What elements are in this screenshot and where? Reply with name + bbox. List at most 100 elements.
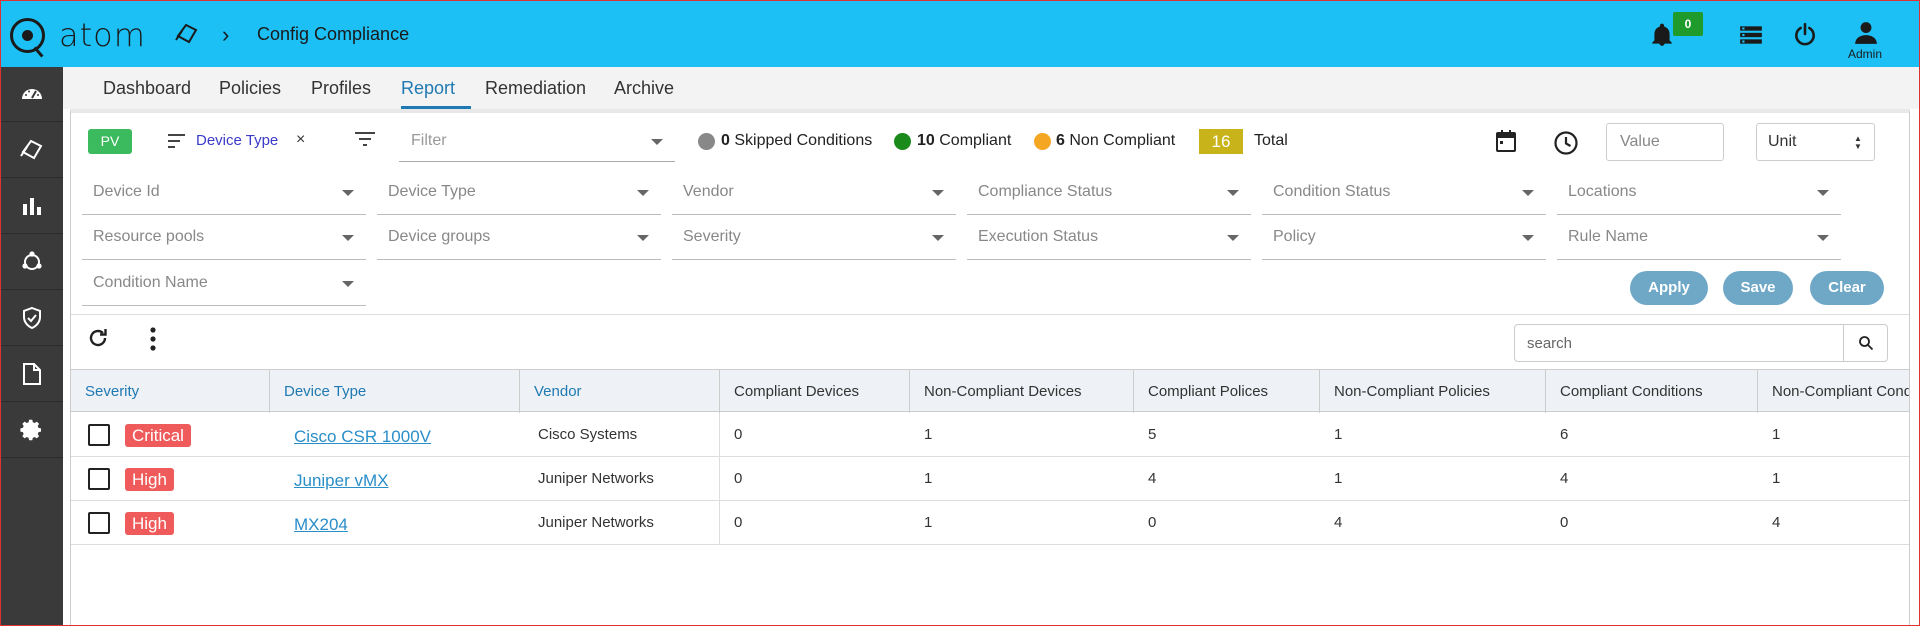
sidebar-item-dashboard[interactable] [0,67,63,122]
device-type-link[interactable]: Juniper vMX [294,457,388,505]
dropdown-label: Device groups [388,228,491,245]
column-header-severity[interactable]: Severity [71,370,270,413]
device-type-chip[interactable]: Device Type [196,132,278,149]
filter-lines-icon[interactable] [353,129,377,149]
row-checkbox[interactable] [88,512,110,534]
device-id-dropdown[interactable]: Device Id [82,171,366,215]
compliance-status-dropdown[interactable]: Compliance Status [967,171,1251,215]
compliant-policies-cell: 5 [1148,426,1157,443]
compliant-stat[interactable]: 10 Compliant [917,132,1011,150]
filter-select[interactable]: Filter [399,122,675,162]
dashboard-gauge-icon [21,89,42,99]
device-type-link[interactable]: Cisco CSR 1000V [294,413,431,461]
more-options-icon[interactable] [149,326,157,352]
refresh-icon[interactable] [86,326,110,350]
chevron-down-icon [342,235,354,241]
condition-name-dropdown[interactable]: Condition Name [82,262,366,306]
chevron-down-icon [342,281,354,287]
severity-dropdown[interactable]: Severity [672,216,956,260]
compliant-count: 10 [917,132,935,149]
device-type-link[interactable]: MX204 [294,501,348,549]
device-type-dropdown[interactable]: Device Type [377,171,661,215]
sidebar-item-reports[interactable] [0,179,63,234]
notification-count-badge[interactable]: 0 [1673,12,1703,36]
dropdown-label: Locations [1568,183,1637,200]
row-checkbox[interactable] [88,424,110,446]
network-nodes-icon [21,251,42,270]
sidebar-item-topology[interactable] [0,235,63,290]
calendar-icon[interactable] [1494,129,1518,153]
tab-remediation[interactable]: Remediation [485,73,586,109]
clear-button[interactable]: Clear [1810,271,1884,305]
execution-status-dropdown[interactable]: Execution Status [967,216,1251,260]
tab-profiles[interactable]: Profiles [311,73,371,109]
value-input[interactable] [1606,123,1724,161]
row-lead-cell: Critical Cisco CSR 1000V Cisco Systems [71,413,720,457]
chevron-down-icon [651,139,663,145]
sidebar-item-settings[interactable] [0,403,63,458]
tab-archive[interactable]: Archive [614,73,674,109]
condition-status-dropdown[interactable]: Condition Status [1262,171,1546,215]
policy-dropdown[interactable]: Policy [1262,216,1546,260]
save-button[interactable]: Save [1723,271,1793,305]
total-label: Total [1254,132,1288,149]
chevron-down-icon [932,235,944,241]
apply-button[interactable]: Apply [1630,271,1708,305]
tab-policies[interactable]: Policies [219,73,281,109]
severity-badge: High [125,512,174,535]
compliant-devices-cell: 0 [734,470,743,487]
table-row[interactable]: High MX204 Juniper Networks 0 1 0 4 0 4 [71,501,1909,545]
document-icon [22,363,41,385]
tab-dashboard[interactable]: Dashboard [103,73,191,109]
search-input[interactable] [1515,325,1843,361]
column-header-device-type[interactable]: Device Type [270,370,520,413]
filter-placeholder: Filter [411,132,447,149]
chevron-down-icon [1817,235,1829,241]
skipped-conditions-stat[interactable]: 0 Skipped Conditions [721,132,872,150]
updown-arrows-icon: ▲ ▼ [1854,134,1862,151]
sidebar-item-documents[interactable] [0,347,63,402]
search-button[interactable] [1843,325,1887,361]
chevron-down-icon [637,190,649,196]
dropdown-label: Resource pools [93,228,205,245]
sidebar-item-compliance[interactable] [0,123,63,178]
sort-icon[interactable] [166,131,188,151]
table-row[interactable]: Critical Cisco CSR 1000V Cisco Systems 0… [71,413,1909,457]
clock-icon[interactable] [1553,130,1579,156]
sidebar-item-security[interactable] [0,291,63,346]
skipped-count: 0 [721,132,730,149]
total-count-badge[interactable]: 16 [1199,129,1243,154]
table-row[interactable]: High Juniper vMX Juniper Networks 0 1 4 … [71,457,1909,501]
rule-name-dropdown[interactable]: Rule Name [1557,216,1841,260]
server-list-icon[interactable] [1738,22,1764,48]
compliant-policies-cell: 0 [1148,514,1157,531]
noncompliant-conditions-cell: 4 [1772,514,1781,531]
user-avatar-icon[interactable] [1853,20,1879,46]
unit-select[interactable]: Unit ▲ ▼ [1756,123,1875,161]
chip-close-icon[interactable]: × [296,131,305,149]
compliance-breadcrumb-icon[interactable] [174,22,200,46]
table-header: Severity Device Type Vendor Compliant De… [71,369,1909,413]
dropdown-label: Condition Name [93,274,208,291]
noncompliant-stat[interactable]: 6 Non Compliant [1056,132,1175,150]
compliant-devices-cell: 0 [734,426,743,443]
row-lead-cell: High Juniper vMX Juniper Networks [71,457,720,501]
row-checkbox[interactable] [88,468,110,490]
locations-dropdown[interactable]: Locations [1557,171,1841,215]
bell-icon[interactable] [1649,22,1675,48]
top-header: atom › Config Compliance 0 Admin [0,0,1920,67]
compliant-policies-cell: 4 [1148,470,1157,487]
column-header-vendor[interactable]: Vendor [520,370,720,413]
column-header-noncompliant-devices: Non-Compliant Devices [910,370,1134,413]
device-groups-dropdown[interactable]: Device groups [377,216,661,260]
dropdown-label: Severity [683,228,741,245]
severity-badge: Critical [125,424,191,447]
power-icon[interactable] [1792,22,1818,48]
pv-button[interactable]: PV [88,129,132,154]
left-sidebar [0,67,63,626]
breadcrumb-separator: › [222,22,230,47]
resource-pools-dropdown[interactable]: Resource pools [82,216,366,260]
atom-logo[interactable]: atom [10,16,146,54]
tab-report[interactable]: Report [401,73,471,109]
vendor-dropdown[interactable]: Vendor [672,171,956,215]
